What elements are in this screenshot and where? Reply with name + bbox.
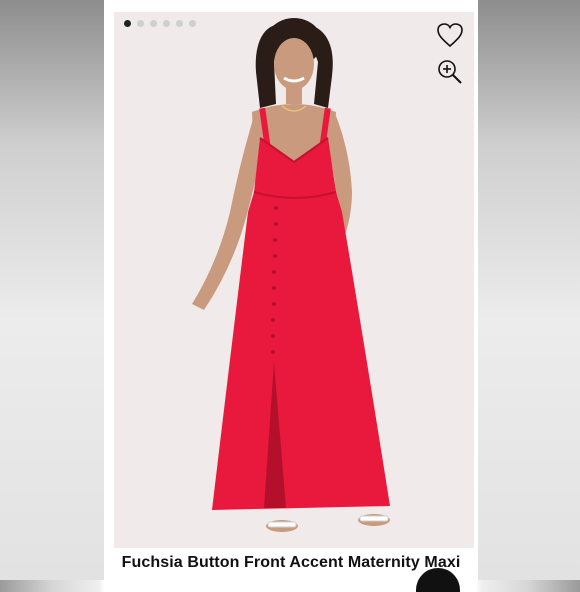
gallery-dot[interactable] bbox=[176, 20, 183, 27]
model-illustration bbox=[192, 18, 390, 532]
blurred-background-right bbox=[476, 0, 580, 580]
gallery-dot[interactable] bbox=[150, 20, 157, 27]
favorite-button[interactable] bbox=[436, 22, 464, 48]
gallery-dot[interactable] bbox=[137, 20, 144, 27]
gallery-dot[interactable] bbox=[163, 20, 170, 27]
zoom-in-icon bbox=[438, 60, 462, 84]
gallery-dots bbox=[124, 20, 196, 27]
zoom-button[interactable] bbox=[436, 58, 464, 86]
product-card: Fuchsia Button Front Accent Maternity Ma… bbox=[104, 0, 478, 592]
blurred-background-left bbox=[0, 0, 104, 580]
gallery-dot[interactable] bbox=[189, 20, 196, 27]
heart-icon bbox=[437, 23, 463, 48]
gallery-dot[interactable] bbox=[124, 20, 131, 27]
product-image[interactable] bbox=[114, 12, 474, 548]
product-title: Fuchsia Button Front Accent Maternity Ma… bbox=[121, 554, 461, 571]
